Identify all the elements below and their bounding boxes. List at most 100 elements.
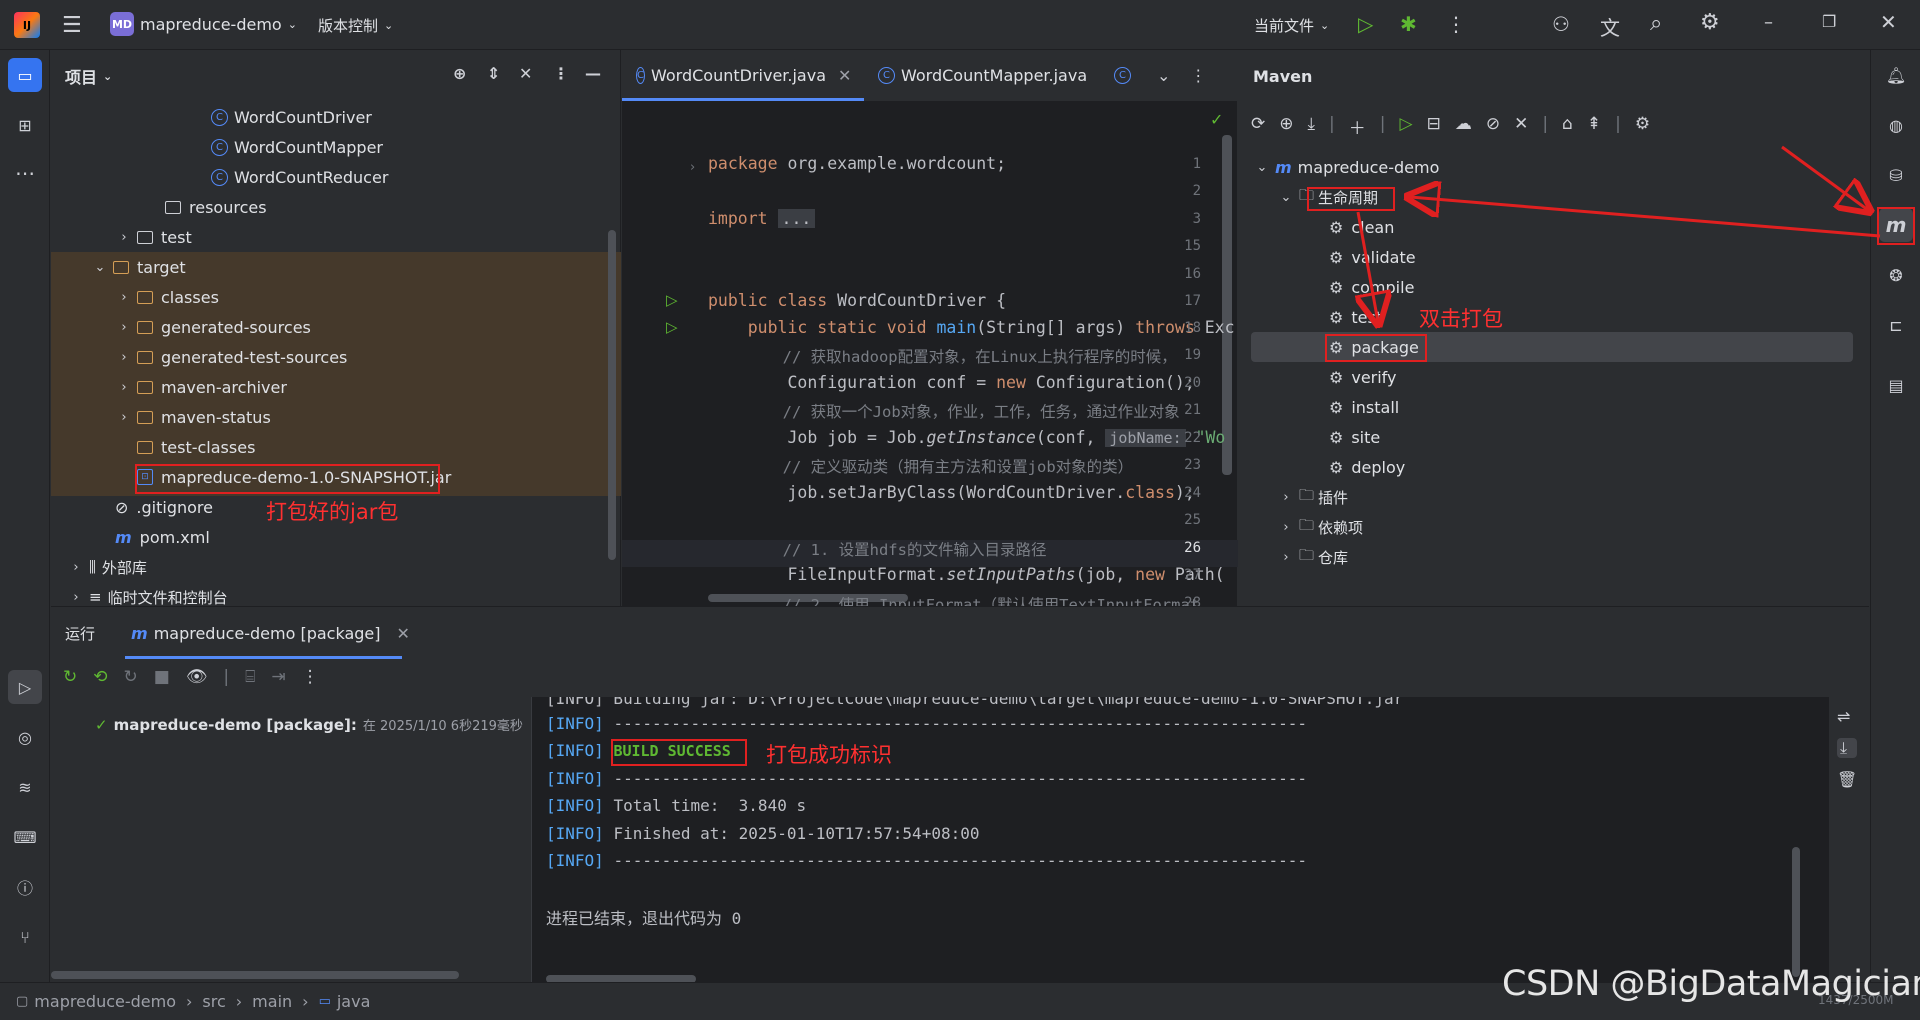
endpoints-icon[interactable]: ⊏ [1879, 308, 1913, 342]
chevron-right-icon[interactable]: › [67, 590, 85, 605]
scrollbar[interactable] [608, 230, 616, 560]
scroll-to-end-icon[interactable]: ⤓ [1837, 738, 1858, 758]
problems-tool-icon[interactable]: ⓘ [8, 870, 42, 904]
maven-goal-validate[interactable]: ⚙ validate [1329, 242, 1416, 272]
maven-goal-deploy[interactable]: ⚙ deploy [1329, 452, 1405, 482]
maven-goal-compile[interactable]: ⚙ compile [1329, 272, 1414, 302]
notifications-icon[interactable]: 🔔︎ [1879, 58, 1913, 92]
tree-item[interactable]: › generated-test-sources [115, 342, 347, 372]
close-icon[interactable]: ✕ [1880, 10, 1897, 34]
run-gutter-icon[interactable]: ▷ [666, 318, 678, 336]
maven-goal-clean[interactable]: ⚙ clean [1329, 212, 1394, 242]
skip-tests-icon[interactable]: ⊘ [1486, 114, 1500, 139]
offline-icon[interactable]: ☁ [1455, 114, 1472, 139]
chevron-right-icon[interactable]: › [115, 350, 133, 365]
run-config-selector[interactable]: 当前文件 ⌄ [1254, 15, 1329, 36]
tree-item[interactable]: ⊘ .gitignore [115, 492, 213, 522]
restore-icon[interactable]: ❐ [1822, 12, 1836, 31]
chevron-right-icon[interactable]: › [115, 290, 133, 305]
run-tree-item[interactable]: ✓ mapreduce-demo [package]: 在 2025/1/10 … [95, 715, 523, 735]
execute-goal-icon[interactable]: ⊟ [1427, 114, 1441, 139]
tree-item[interactable]: C WordCountReducer [211, 162, 388, 192]
tree-item[interactable]: m pom.xml [115, 522, 210, 552]
tree-item[interactable]: › maven-status [115, 402, 270, 432]
ai-assistant-icon[interactable]: ◍ [1879, 108, 1913, 142]
settings-icon[interactable]: ⚙ [1635, 114, 1650, 139]
hide-icon[interactable]: — [585, 64, 601, 83]
breadcrumb-item[interactable]: mapreduce-demo [34, 992, 176, 1011]
maven-goal-site[interactable]: ⚙ site [1329, 422, 1380, 452]
maven-project-root[interactable]: ⌄ m mapreduce-demo [1253, 152, 1440, 182]
collapse-icon[interactable]: ✕ [1514, 114, 1528, 139]
chevron-right-icon[interactable]: › [115, 230, 133, 245]
layers-tool-icon[interactable]: ≋ [8, 770, 42, 804]
copilot-icon[interactable]: ❂ [1879, 258, 1913, 292]
add-user-icon[interactable]: ⚇ [1552, 12, 1570, 36]
tab-wordcountmapper[interactable]: C WordCountMapper.java [864, 49, 1104, 101]
rerun-icon[interactable]: ↻ [63, 667, 77, 687]
clear-icon[interactable]: 🗑︎ [1837, 770, 1857, 789]
run-icon[interactable]: ▷ [1399, 114, 1412, 139]
tree-item[interactable]: test-classes [137, 432, 255, 462]
soft-wrap-icon[interactable]: ⇌ [1837, 707, 1857, 726]
more-icon[interactable]: ⋮ [1190, 66, 1206, 85]
more-tools-icon[interactable]: ⋯ [8, 156, 42, 190]
chevron-right-icon[interactable]: › [1277, 550, 1295, 565]
fold-icon[interactable]: › [690, 160, 695, 175]
word-book-icon[interactable]: ▤ [1879, 368, 1913, 402]
tree-item[interactable]: C WordCountMapper [211, 132, 383, 162]
services-tool-icon[interactable]: ◎ [8, 720, 42, 754]
export-icon[interactable]: ⇥ [271, 667, 285, 687]
run-gutter-icon[interactable]: ▷ [666, 291, 678, 309]
run-tool-icon[interactable]: ▷ [8, 670, 42, 704]
tree-item[interactable]: › generated-sources [115, 312, 311, 342]
maven-dependencies[interactable]: › 🗀 依赖项 [1277, 512, 1363, 542]
chevron-right-icon[interactable]: › [115, 320, 133, 335]
maven-goal-verify[interactable]: ⚙ verify [1329, 362, 1397, 392]
tree-item[interactable]: › maven-archiver [115, 372, 287, 402]
options-icon[interactable]: ⋮ [553, 64, 569, 83]
terminal-tool-icon[interactable]: ⌨ [8, 820, 42, 854]
download-icon[interactable]: ⤓ [1308, 114, 1316, 139]
tree-item[interactable]: C WordCountDriver [211, 102, 372, 132]
expand-icon[interactable]: ⇞ [1587, 114, 1601, 139]
tree-item[interactable]: › classes [115, 282, 219, 312]
chevron-down-icon[interactable]: ⌄ [91, 260, 109, 275]
main-menu-icon[interactable]: ☰ [62, 13, 82, 38]
collapse-all-icon[interactable]: ✕ [519, 64, 532, 83]
more-icon[interactable]: ⋮ [1446, 12, 1466, 36]
search-icon[interactable]: ⌕ [1650, 11, 1662, 36]
scrollbar[interactable] [1222, 135, 1232, 475]
chevron-down-icon[interactable]: ⌄ [1157, 66, 1170, 85]
minimize-icon[interactable]: – [1764, 12, 1773, 33]
vcs-menu[interactable]: 版本控制 ⌄ [318, 15, 393, 36]
tab-wordcountdriver[interactable]: C WordCountDriver.java ✕ [622, 49, 864, 101]
debug-icon[interactable]: ✱ [1400, 12, 1417, 36]
scrollbar[interactable] [1792, 847, 1800, 977]
restart-icon[interactable]: ↻ [124, 667, 138, 687]
chevron-right-icon[interactable]: › [115, 380, 133, 395]
tab-run-config[interactable]: m mapreduce-demo [package] ✕ [125, 607, 416, 659]
breadcrumb-item[interactable]: java [337, 992, 371, 1011]
camera-icon[interactable]: ⌸ [245, 667, 255, 687]
chevron-right-icon[interactable]: › [115, 410, 133, 425]
project-switcher[interactable]: MD mapreduce-demo ⌄ [110, 12, 297, 36]
translate-icon[interactable]: 文 [1600, 12, 1620, 41]
tree-item[interactable]: › test [115, 222, 191, 252]
breadcrumb-item[interactable]: main [252, 992, 292, 1011]
chevron-down-icon[interactable]: ⌄ [1277, 190, 1295, 205]
chevron-down-icon[interactable]: ⌄ [1253, 160, 1271, 175]
close-tab-icon[interactable]: ✕ [397, 624, 410, 643]
git-tool-icon[interactable]: ⑂ [8, 920, 42, 954]
breadcrumb-item[interactable]: src [202, 992, 225, 1011]
expand-all-icon[interactable]: ⇕ [487, 64, 500, 83]
maven-goal-test[interactable]: ⚙ test [1329, 302, 1382, 332]
tree-item[interactable]: › ⫼ 外部库 [67, 552, 147, 582]
maven-plugins[interactable]: › 🗀 插件 [1277, 482, 1348, 512]
rerun-failed-icon[interactable]: ⟲ [93, 667, 107, 687]
maven-goal-install[interactable]: ⚙ install [1329, 392, 1399, 422]
tree-item[interactable]: ⌄ target [91, 252, 186, 282]
chevron-right-icon[interactable]: › [67, 560, 85, 575]
add-maven-project-icon[interactable]: ⊕ [1279, 114, 1293, 139]
chevron-right-icon[interactable]: › [1277, 520, 1295, 535]
